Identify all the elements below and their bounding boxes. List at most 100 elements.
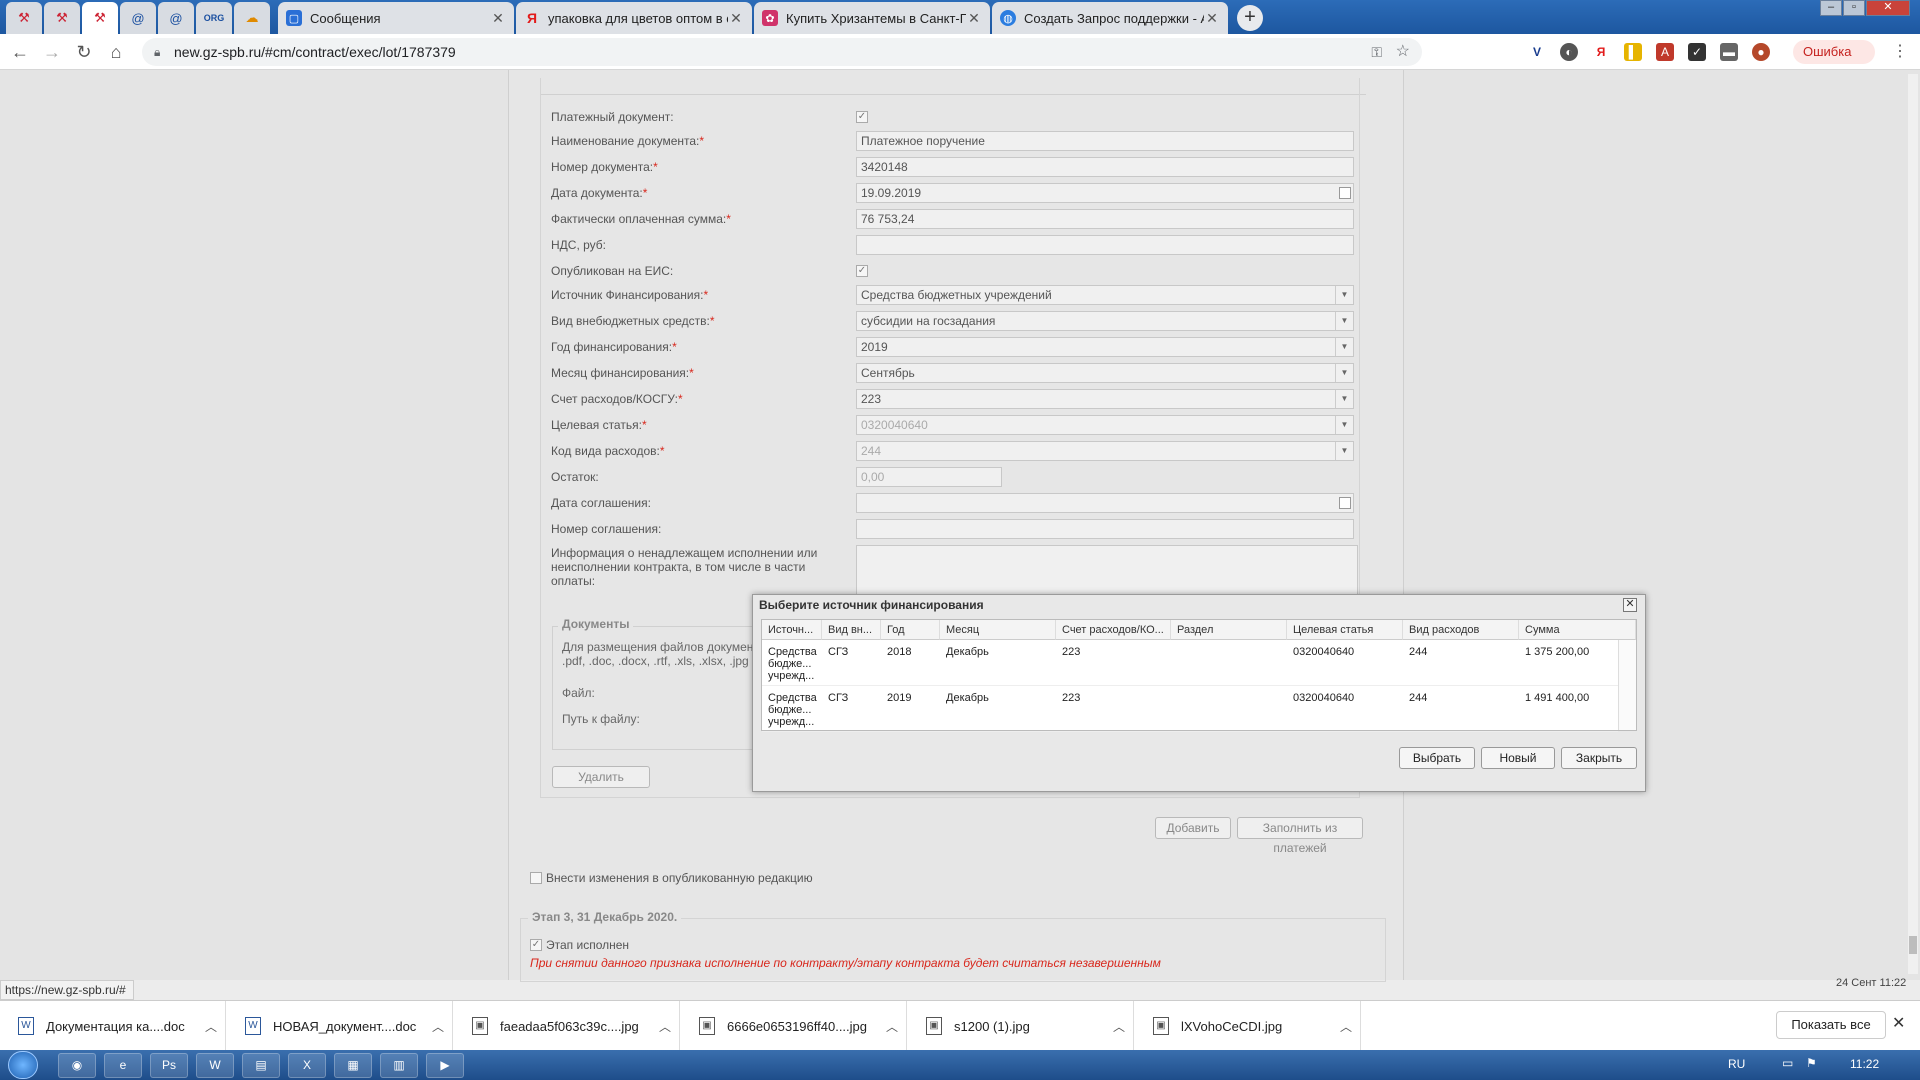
- start-button[interactable]: [8, 1051, 38, 1079]
- key-icon[interactable]: ⚿: [1371, 38, 1382, 66]
- close-icon[interactable]: ✕: [1892, 1013, 1905, 1033]
- chevron-up-icon[interactable]: ︿: [1105, 1018, 1133, 1035]
- tab-chrysanthemums[interactable]: ✿ Купить Хризантемы в Санкт-Пе ✕: [754, 2, 990, 34]
- column-header[interactable]: Вид расходов: [1403, 620, 1519, 640]
- new-tab-button[interactable]: +: [1237, 5, 1263, 31]
- forward-arrow-icon[interactable]: →: [40, 40, 64, 64]
- checkmark-extension-icon[interactable]: ✓: [1688, 43, 1706, 61]
- media-taskbar-icon[interactable]: ▶: [426, 1053, 464, 1078]
- column-header[interactable]: Счет расходов/КО...: [1056, 620, 1171, 640]
- close-icon[interactable]: ✕: [1623, 598, 1637, 612]
- column-header[interactable]: Целевая статья: [1287, 620, 1403, 640]
- vat-field[interactable]: [856, 235, 1354, 255]
- profile-error-button[interactable]: Ошибка: [1793, 40, 1875, 64]
- chevron-down-icon[interactable]: ▼: [1335, 286, 1353, 304]
- column-header[interactable]: Вид вн...: [822, 620, 881, 640]
- delete-button[interactable]: Удалить: [552, 766, 650, 788]
- close-button[interactable]: Закрыть: [1561, 747, 1637, 769]
- grid-scrollbar[interactable]: [1618, 640, 1636, 730]
- pinned-tab-at[interactable]: @: [158, 2, 194, 34]
- yandex-extension-icon[interactable]: Я: [1592, 43, 1610, 61]
- explorer-taskbar-icon[interactable]: ▥: [380, 1053, 418, 1078]
- menu-dots-icon[interactable]: ⋮: [1888, 40, 1912, 64]
- reload-icon[interactable]: ↻: [72, 40, 96, 64]
- chevron-down-icon[interactable]: ▼: [1335, 338, 1353, 356]
- address-bar[interactable]: 🔒︎ new.gz-spb.ru/#cm/contract/exec/lot/1…: [142, 38, 1422, 66]
- home-icon[interactable]: ⌂: [104, 40, 128, 64]
- chevron-down-icon[interactable]: ▼: [1335, 390, 1353, 408]
- download-item[interactable]: W Документация ка....doc ︿: [0, 1001, 226, 1051]
- chevron-up-icon[interactable]: ︿: [424, 1018, 452, 1035]
- tab-yandex-search[interactable]: Я упаковка для цветов оптом в сп ✕: [516, 2, 752, 34]
- close-icon[interactable]: ✕: [1204, 10, 1220, 27]
- folder-taskbar-icon[interactable]: ▤: [242, 1053, 280, 1078]
- back-arrow-icon[interactable]: ←: [8, 40, 32, 64]
- download-item[interactable]: ▣ s1200 (1).jpg ︿: [908, 1001, 1134, 1051]
- download-item[interactable]: ▣ faeadaa5f063c39c....jpg ︿: [454, 1001, 680, 1051]
- bookmark-extension-icon[interactable]: ▌: [1624, 43, 1642, 61]
- pinned-tab-cloud[interactable]: ☁: [234, 2, 270, 34]
- column-header[interactable]: Год: [881, 620, 940, 640]
- star-icon[interactable]: ☆: [1396, 38, 1410, 66]
- column-header[interactable]: Месяц: [940, 620, 1056, 640]
- download-item[interactable]: ▣ lXVohoCeCDI.jpg ︿: [1135, 1001, 1361, 1051]
- column-header[interactable]: Раздел: [1171, 620, 1287, 640]
- close-icon[interactable]: ✕: [728, 10, 744, 27]
- chevron-down-icon[interactable]: ▼: [1335, 312, 1353, 330]
- pinned-tab-org[interactable]: ORG: [196, 2, 232, 34]
- published-eis-checkbox[interactable]: ✓: [856, 265, 868, 277]
- funding-source-select[interactable]: Средства бюджетных учреждений ▼: [856, 285, 1354, 305]
- pinned-tab-at[interactable]: @: [120, 2, 156, 34]
- chevron-down-icon[interactable]: ▼: [1335, 364, 1353, 382]
- download-item[interactable]: W НОВАЯ_документ....doc ︿: [227, 1001, 453, 1051]
- flag-icon[interactable]: ⚑: [1806, 1056, 1817, 1070]
- funding-year-select[interactable]: 2019 ▼: [856, 337, 1354, 357]
- pinned-tab-gavel[interactable]: ⚒: [44, 2, 80, 34]
- chevron-up-icon[interactable]: ︿: [878, 1018, 906, 1035]
- download-item[interactable]: ▣ 6666e0653196ff40....jpg ︿: [681, 1001, 907, 1051]
- clock[interactable]: 11:22: [1850, 1057, 1879, 1071]
- hat-extension-icon[interactable]: ▬: [1720, 43, 1738, 61]
- chevron-up-icon[interactable]: ︿: [651, 1018, 679, 1035]
- calendar-icon[interactable]: [1339, 187, 1351, 199]
- extrabudget-type-select[interactable]: субсидии на госзадания ▼: [856, 311, 1354, 331]
- close-icon[interactable]: ✕: [490, 10, 506, 27]
- tab-messages[interactable]: ▢ Сообщения ✕: [278, 2, 514, 34]
- pdf-extension-icon[interactable]: A: [1656, 43, 1674, 61]
- column-header[interactable]: Источн...: [762, 620, 822, 640]
- amend-published-checkbox[interactable]: [530, 872, 542, 884]
- ie-taskbar-icon[interactable]: e: [104, 1053, 142, 1078]
- excel-taskbar-icon[interactable]: X: [288, 1053, 326, 1078]
- add-button[interactable]: Добавить: [1155, 817, 1231, 839]
- pinned-tab-gavel[interactable]: ⚒: [6, 2, 42, 34]
- paid-sum-field[interactable]: 76 753,24: [856, 209, 1354, 229]
- close-window-button[interactable]: ✕: [1866, 0, 1910, 16]
- network-icon[interactable]: ▭: [1782, 1056, 1793, 1070]
- fill-from-payments-button[interactable]: Заполнить из платежей: [1237, 817, 1363, 855]
- chrome-taskbar-icon[interactable]: ◉: [58, 1053, 96, 1078]
- minimize-button[interactable]: –: [1820, 0, 1842, 16]
- tab-support-request[interactable]: ◍ Создать Запрос поддержки - Al ✕: [992, 2, 1228, 34]
- extension-v-icon[interactable]: V: [1528, 43, 1546, 61]
- funding-month-select[interactable]: Сентябрь ▼: [856, 363, 1354, 383]
- doc-name-field[interactable]: Платежное поручение: [856, 131, 1354, 151]
- expense-account-select[interactable]: 223 ▼: [856, 389, 1354, 409]
- payment-doc-checkbox[interactable]: ✓: [856, 111, 868, 123]
- select-button[interactable]: Выбрать: [1399, 747, 1475, 769]
- agreement-date-field[interactable]: [856, 493, 1354, 513]
- doc-number-field[interactable]: 3420148: [856, 157, 1354, 177]
- extension-circle-icon[interactable]: ◐: [1560, 43, 1578, 61]
- word-taskbar-icon[interactable]: W: [196, 1053, 234, 1078]
- column-header[interactable]: Сумма: [1519, 620, 1636, 640]
- app-taskbar-icon[interactable]: ▦: [334, 1053, 372, 1078]
- doc-date-field[interactable]: 19.09.2019: [856, 183, 1354, 203]
- pinned-tab-gavel-active[interactable]: ⚒: [82, 2, 118, 34]
- table-row[interactable]: Средства бюдже... учрежд... СГЗ 2018 Дек…: [762, 640, 1618, 686]
- chevron-up-icon[interactable]: ︿: [1332, 1018, 1360, 1035]
- language-indicator[interactable]: RU: [1728, 1057, 1745, 1071]
- page-scrollbar[interactable]: [1908, 74, 1918, 974]
- info-textarea[interactable]: [856, 545, 1358, 595]
- agreement-number-field[interactable]: [856, 519, 1354, 539]
- table-row[interactable]: Средства бюдже... учрежд... СГЗ 2019 Дек…: [762, 686, 1618, 732]
- close-icon[interactable]: ✕: [966, 10, 982, 27]
